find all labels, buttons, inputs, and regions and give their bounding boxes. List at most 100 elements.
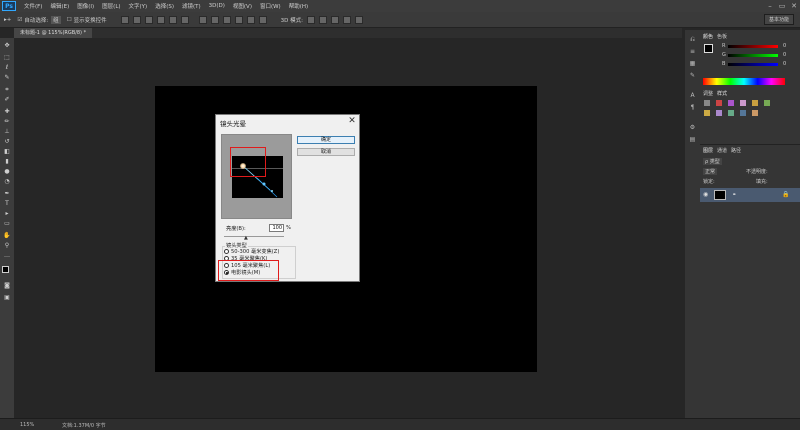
style-swatch[interactable] [716,100,722,106]
close-window-button[interactable]: ✕ [788,1,800,11]
style-swatch[interactable] [728,100,734,106]
menu-view[interactable]: 视图(V) [233,2,252,10]
blur-tool-icon[interactable]: ● [3,168,11,175]
distribute-left-icon[interactable] [234,15,243,24]
quick-select-tool-icon[interactable]: ✎ [3,74,11,81]
auto-select-dropdown[interactable]: 组 [51,15,61,24]
lens-50-300-radio[interactable] [224,249,229,254]
close-icon[interactable]: ✕ [347,116,357,126]
visibility-eye-icon[interactable]: ◉ [703,191,708,198]
distribute-right-icon[interactable] [258,15,267,24]
gradient-tool-icon[interactable]: ▮ [3,158,11,165]
quick-mask-icon[interactable]: ◙ [3,282,11,289]
healing-brush-tool-icon[interactable]: ✚ [3,108,11,115]
tab-color[interactable]: 颜色 [703,33,713,40]
style-swatch[interactable] [728,110,734,116]
menu-select[interactable]: 选择(S) [155,2,174,10]
layer-row[interactable]: ◉ ⚭ 🔒 [700,188,800,202]
align-top-icon[interactable] [120,15,129,24]
marquee-tool-icon[interactable]: ⬚ [3,54,11,61]
style-swatch[interactable] [704,100,710,106]
pen-tool-icon[interactable]: ✒ [3,190,11,197]
menu-window[interactable]: 窗口(W) [260,2,281,10]
document-tab[interactable]: 未标题-1 @ 115%(RGB/8) * [14,28,93,38]
align-left-icon[interactable] [156,15,165,24]
g-slider[interactable] [728,54,778,57]
character-icon[interactable]: A [688,92,697,100]
foreground-color-chip[interactable] [704,44,713,53]
b-value[interactable]: 0 [783,61,786,67]
workspace-dropdown[interactable]: 基本功能 [764,14,794,25]
edit-toolbar-icon[interactable]: … [3,252,11,259]
r-value[interactable]: 0 [783,43,786,49]
style-swatch[interactable] [752,100,758,106]
layer-filter-dropdown[interactable]: ρ 类型 [703,158,722,165]
shape-tool-icon[interactable]: ▭ [3,220,11,227]
align-vcenter-icon[interactable] [132,15,141,24]
show-transform-checkbox[interactable]: ☐ [67,17,72,23]
style-swatch[interactable] [752,110,758,116]
tab-paths[interactable]: 路径 [731,147,741,154]
3d-slide-icon[interactable] [342,15,351,24]
cancel-button[interactable]: 取消 [297,148,355,156]
menu-edit[interactable]: 编辑(E) [50,2,69,10]
align-right-icon[interactable] [180,15,189,24]
lasso-tool-icon[interactable]: ℓ [3,64,11,71]
tab-swatches[interactable]: 色板 [717,33,727,40]
menu-image[interactable]: 图像(I) [77,2,94,10]
distribute-bottom-icon[interactable] [222,15,231,24]
style-swatch[interactable] [716,110,722,116]
brush-presets-icon[interactable]: ✎ [688,72,697,80]
screen-mode-icon[interactable]: ▣ [3,294,11,301]
menu-layer[interactable]: 图层(L) [102,2,120,10]
b-slider[interactable] [728,63,778,66]
align-bottom-icon[interactable] [144,15,153,24]
style-swatch[interactable] [740,110,746,116]
distribute-hcenter-icon[interactable] [246,15,255,24]
brush-tool-icon[interactable]: ✏ [3,118,11,125]
3d-roll-icon[interactable] [318,15,327,24]
align-hcenter-icon[interactable] [168,15,177,24]
history-icon[interactable]: ⎌ [688,36,697,44]
style-swatch[interactable] [740,100,746,106]
crop-tool-icon[interactable]: ⌗ [3,86,11,93]
swatches-icon[interactable]: ▦ [688,60,697,68]
brightness-slider-thumb[interactable]: ▲ [244,236,248,241]
move-tool-icon[interactable]: ✥ [3,42,11,49]
restore-button[interactable]: ▭ [776,1,788,11]
layer-comps-icon[interactable]: ▤ [688,136,697,144]
brightness-input[interactable]: 100 [269,224,284,232]
tab-adjustments[interactable]: 调整 [703,90,713,97]
lens-50-300-label[interactable]: 50-300 毫米变焦(Z) [231,248,279,255]
menu-file[interactable]: 文件(F) [24,2,42,10]
minimize-button[interactable]: – [764,1,776,11]
document-info[interactable]: 文档:1.37M/0 字节 [62,422,106,429]
type-tool-icon[interactable]: T [3,200,11,207]
paragraph-icon[interactable]: ¶ [688,104,697,112]
layer-name[interactable]: ⚭ [732,192,736,198]
r-slider[interactable] [728,45,778,48]
g-value[interactable]: 0 [783,52,786,58]
auto-select-checkbox[interactable]: ☑ [17,17,22,23]
dodge-tool-icon[interactable]: ◔ [3,178,11,185]
tab-layers[interactable]: 图层 [703,147,713,154]
menu-type[interactable]: 文字(Y) [129,2,148,10]
move-tool-icon[interactable]: ▸+ [4,17,11,23]
menu-help[interactable]: 帮助(H) [289,2,308,10]
menu-3d[interactable]: 3D(D) [209,3,225,9]
clone-stamp-tool-icon[interactable]: ⊥ [3,128,11,135]
3d-pan-icon[interactable] [330,15,339,24]
hand-tool-icon[interactable]: ✋ [3,232,11,239]
brightness-slider-track[interactable] [224,236,284,237]
tab-styles[interactable]: 样式 [717,90,727,97]
color-spectrum-bar[interactable] [703,78,785,85]
distribute-vcenter-icon[interactable] [210,15,219,24]
3d-rotate-icon[interactable] [306,15,315,24]
tab-channels[interactable]: 通道 [717,147,727,154]
tool-presets-icon[interactable]: ⚙ [688,124,697,132]
style-swatch[interactable] [764,100,770,106]
blend-mode-dropdown[interactable]: 正常 [703,168,718,175]
3d-scale-icon[interactable] [354,15,363,24]
flare-preview[interactable] [221,134,292,219]
distribute-top-icon[interactable] [198,15,207,24]
